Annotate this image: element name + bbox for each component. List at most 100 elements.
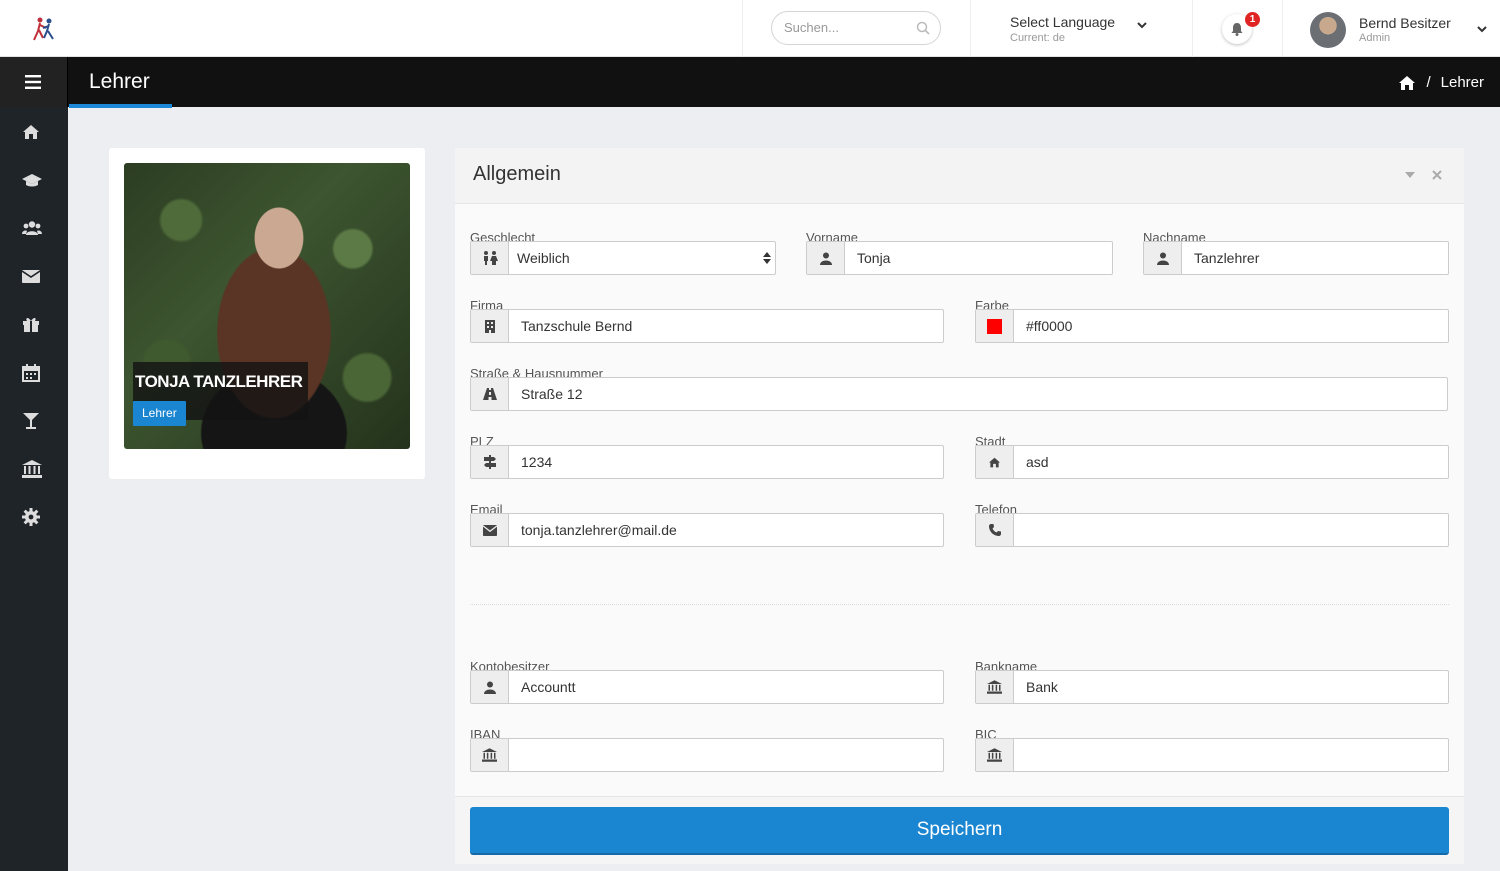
bell-icon [1231, 23, 1243, 36]
nachname-input[interactable] [1182, 242, 1448, 274]
bankname-input[interactable] [1014, 671, 1448, 703]
gender-icon [483, 251, 498, 265]
bank-icon [987, 748, 1002, 762]
envelope-icon-addon [471, 514, 509, 546]
breadcrumb-separator: / [1426, 74, 1431, 91]
telefon-group [975, 513, 1449, 547]
chevron-down-icon [1477, 26, 1487, 33]
language-title: Select Language [1010, 14, 1116, 30]
breadcrumb-current: Lehrer [1440, 74, 1484, 91]
kontobesitzer-group [470, 670, 944, 704]
save-button[interactable]: Speichern [470, 807, 1449, 855]
sidebar-item-messages[interactable] [0, 254, 68, 298]
sidebar-item-calendar[interactable] [0, 350, 68, 394]
user-icon [483, 681, 496, 694]
graduation-cap-icon [22, 174, 42, 187]
geschlecht-select[interactable]: Weiblich [509, 242, 775, 274]
user-menu[interactable]: Bernd Besitzer Admin [1310, 12, 1490, 48]
road-icon [482, 388, 497, 400]
email-group [470, 513, 944, 547]
user-icon [819, 252, 832, 265]
nachname-group [1143, 241, 1449, 275]
signpost-icon [483, 455, 496, 469]
user-icon-addon [807, 242, 845, 274]
bank-icon-addon [976, 739, 1014, 771]
section-divider [470, 604, 1449, 605]
stadt-input[interactable] [1014, 446, 1448, 478]
bank-icon-addon [471, 739, 509, 771]
iban-group [470, 738, 944, 772]
road-icon-addon [471, 378, 509, 410]
page-title: Lehrer [89, 70, 150, 93]
profile-name: TONJA TANZLEHRER [135, 372, 303, 391]
phone-icon-addon [976, 514, 1014, 546]
signpost-icon-addon [471, 446, 509, 478]
hamburger-icon [25, 75, 41, 89]
bank-icon [482, 748, 497, 762]
search-box[interactable] [771, 11, 941, 45]
color-swatch[interactable] [987, 318, 1002, 334]
breadcrumb: / Lehrer [1398, 74, 1484, 91]
building-icon-addon [471, 310, 509, 342]
iban-input[interactable] [509, 739, 943, 771]
firma-group [470, 309, 944, 343]
strasse-input[interactable] [509, 378, 1447, 410]
search-input[interactable] [784, 20, 914, 35]
menu-toggle-button[interactable] [0, 57, 68, 107]
user-icon-addon [1144, 242, 1182, 274]
user-role: Admin [1359, 32, 1391, 44]
bank-icon [22, 460, 42, 478]
color-swatch-addon[interactable] [976, 310, 1014, 342]
sidebar-item-settings[interactable] [0, 494, 68, 538]
sidebar-item-home[interactable] [0, 110, 68, 154]
bank-icon [987, 680, 1002, 694]
header-divider [970, 0, 971, 57]
home-icon[interactable] [1398, 75, 1416, 91]
geschlecht-group: Weiblich [470, 241, 776, 275]
farbe-input[interactable] [1014, 310, 1448, 342]
header-divider [742, 0, 743, 57]
vorname-group [806, 241, 1113, 275]
header-divider [1282, 0, 1283, 57]
sidebar-item-bar[interactable] [0, 398, 68, 442]
vorname-input[interactable] [845, 242, 1112, 274]
collapse-caret-icon[interactable] [1405, 172, 1415, 178]
profile-photo: TONJA TANZLEHRER Lehrer [124, 163, 410, 449]
envelope-icon [22, 270, 40, 283]
sidebar-item-courses[interactable] [0, 158, 68, 202]
form-card-header: Allgemein [455, 148, 1464, 204]
plz-input[interactable] [509, 446, 943, 478]
gear-icon [22, 508, 40, 526]
kontobesitzer-input[interactable] [509, 671, 943, 703]
close-icon[interactable] [1432, 170, 1442, 180]
calendar-icon [22, 364, 40, 382]
bank-icon-addon [976, 671, 1014, 703]
user-icon [1156, 252, 1169, 265]
profile-card: TONJA TANZLEHRER Lehrer [109, 148, 425, 479]
email-input[interactable] [509, 514, 943, 546]
title-underline [69, 104, 172, 108]
gender-icon-addon [471, 242, 509, 274]
user-name: Bernd Besitzer [1359, 15, 1451, 31]
search-icon[interactable] [916, 21, 930, 35]
page-title-bar: Lehrer / Lehrer [0, 57, 1500, 107]
bic-input[interactable] [1014, 739, 1448, 771]
language-selector[interactable]: Select Language Current: de [1010, 14, 1150, 46]
sidebar-item-gifts[interactable] [0, 302, 68, 346]
role-badge: Lehrer [133, 401, 186, 426]
dancers-logo-icon[interactable] [30, 16, 60, 42]
sidebar-item-finance[interactable] [0, 446, 68, 490]
profile-name-plate: TONJA TANZLEHRER Lehrer [133, 362, 308, 426]
bankname-group [975, 670, 1449, 704]
top-header: Select Language Current: de 1 Bernd Besi… [0, 0, 1500, 57]
home-icon [989, 457, 1000, 467]
language-current: Current: de [1010, 32, 1066, 44]
chevron-down-icon [1137, 22, 1147, 29]
phone-icon [988, 524, 1001, 536]
gift-icon [23, 317, 39, 332]
sidebar-item-users[interactable] [0, 206, 68, 250]
firma-input[interactable] [509, 310, 943, 342]
telefon-input[interactable] [1014, 514, 1448, 546]
stadt-group [975, 445, 1449, 479]
general-form-card: Allgemein Geschlecht Weiblich Vorname Na… [455, 148, 1464, 864]
